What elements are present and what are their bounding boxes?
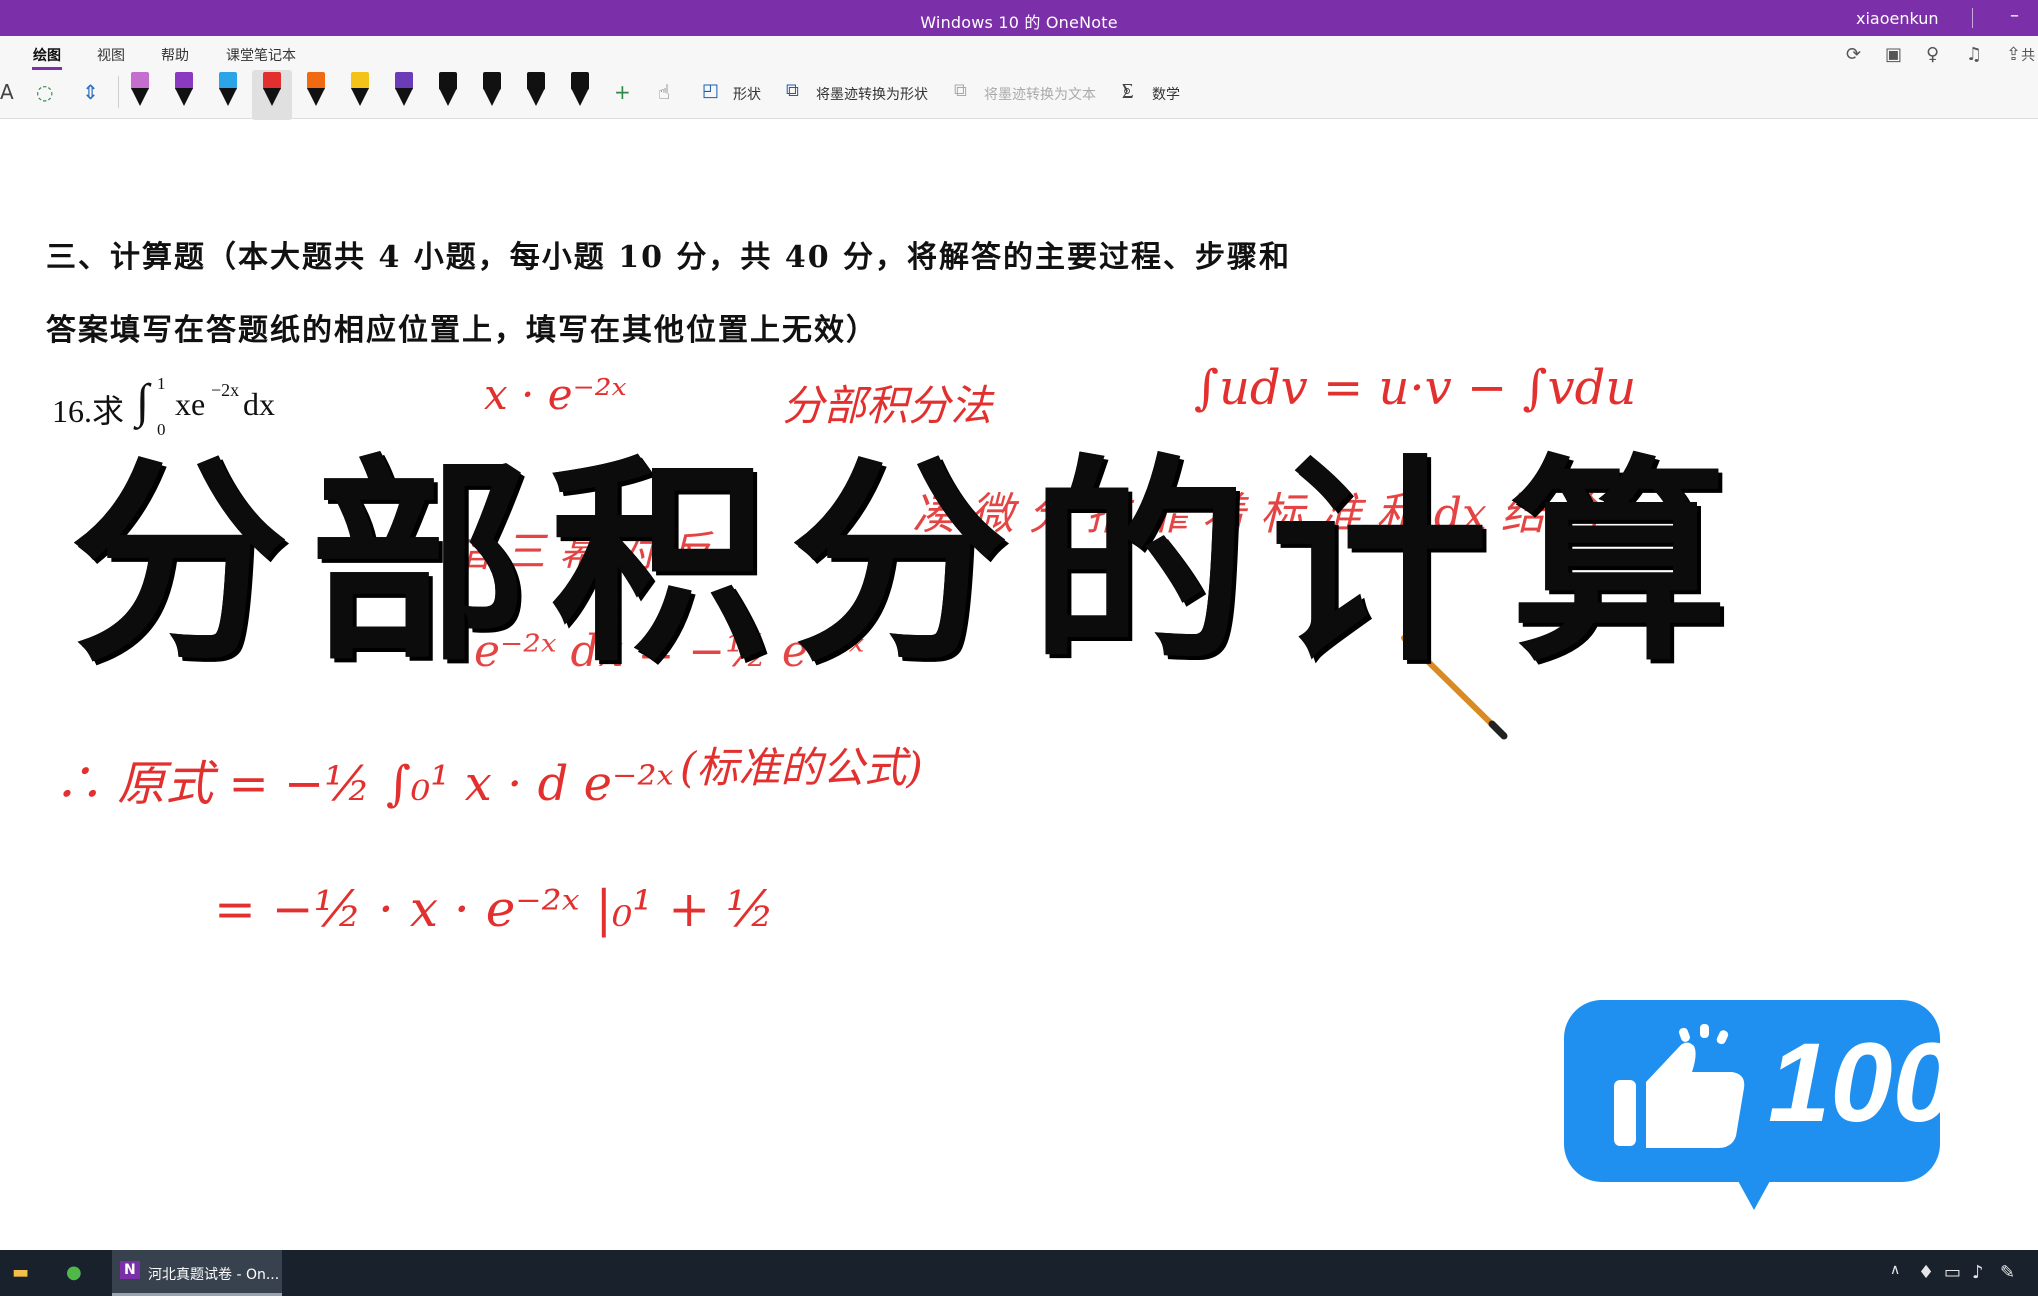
- window-title: Windows 10 的 OneNote: [920, 13, 1118, 32]
- pen-tip: [527, 88, 545, 106]
- file-explorer-icon[interactable]: ▬: [12, 1262, 29, 1283]
- problem-prefix: 16.求: [52, 393, 125, 429]
- ink-to-text-button: 将墨迹转换为文本: [984, 87, 1096, 103]
- differential: dx: [243, 386, 275, 422]
- math-button[interactable]: 数学: [1152, 84, 1180, 104]
- video-title-overlay: 分部积分的计算: [70, 438, 1750, 691]
- ink-solution-line-1: ∴ 原式 = −½ ∫₀¹ x · d e⁻²ˣ: [54, 756, 674, 812]
- user-name[interactable]: xiaoenkun: [1856, 9, 1939, 28]
- integral-sign: ∫: [136, 375, 150, 428]
- share-label: 共: [2021, 48, 2036, 64]
- title-bar: Windows 10 的 OneNote xiaoenkun –: [0, 0, 2038, 36]
- question-line-1: 三、计算题（本大题共 4 小题，每小题 10 分，共 40 分，将解答的主要过程…: [46, 240, 1292, 275]
- taskbar-app-label: 河北真题试卷 - On...: [148, 1267, 280, 1283]
- network-icon[interactable]: ▭: [1944, 1262, 1961, 1283]
- toolbar-divider: [118, 76, 119, 108]
- lasso-select-icon[interactable]: ◌: [36, 80, 53, 104]
- ink-solution-note: (标准的公式): [680, 743, 923, 792]
- pen-tip: [307, 88, 325, 106]
- active-tab-indicator: [32, 67, 62, 70]
- browser-icon[interactable]: ●: [66, 1262, 82, 1283]
- minimize-button[interactable]: –: [2010, 5, 2019, 26]
- integral-upper-limit: 1: [157, 374, 166, 393]
- shapes-button[interactable]: 形状: [733, 84, 761, 104]
- math-icon[interactable]: ⨊: [1122, 80, 1134, 101]
- taskbar: ▬ ● N 河北真题试卷 - On... ∧ ♦ ▭ ♪ ✎: [0, 1250, 2038, 1296]
- like-count: 100: [1768, 1020, 1955, 1145]
- tray-chevron-icon[interactable]: ∧: [1890, 1262, 1900, 1278]
- ink-to-shape-icon[interactable]: ⧉: [786, 80, 799, 101]
- integral-lower-limit: 0: [157, 420, 166, 439]
- ink-to-text-icon: ⧉: [954, 80, 967, 101]
- ribbon: 绘图 视图 帮助 课堂笔记本 ⟳ ▣ ♀ ♫ ⇪共 A ◌ ⇕ + ☝ ◰ 形状…: [0, 36, 2038, 120]
- ink-note-method: 分部积分法: [782, 381, 993, 430]
- pen-tip: [395, 88, 413, 106]
- tab-draw[interactable]: 绘图: [33, 45, 61, 65]
- pen-7-icon[interactable]: [392, 72, 416, 120]
- pen-6-icon[interactable]: [348, 72, 372, 120]
- pen-9-icon[interactable]: [480, 72, 504, 120]
- shapes-icon[interactable]: ◰: [702, 80, 719, 101]
- tab-help[interactable]: 帮助: [161, 45, 189, 65]
- thumbs-up-icon: [1614, 1024, 1745, 1148]
- pen-tip: [571, 88, 589, 106]
- pen-5-icon[interactable]: [304, 72, 328, 120]
- pen-4-icon[interactable]: [260, 72, 284, 120]
- pen-tip: [351, 88, 369, 106]
- pen-tip: [131, 88, 149, 106]
- question-line-2: 答案填写在答题纸的相应位置上，填写在其他位置上无效）: [46, 313, 878, 348]
- tab-view[interactable]: 视图: [97, 45, 125, 65]
- bell-icon[interactable]: ♫: [1966, 44, 1982, 65]
- pen-tip: [175, 88, 193, 106]
- volume-icon[interactable]: ♪: [1972, 1262, 1984, 1283]
- microphone-icon[interactable]: ♦: [1918, 1262, 1934, 1283]
- integrand-exponent: −2x: [211, 380, 240, 400]
- title-separator: [1972, 8, 1973, 28]
- pen-3-icon[interactable]: [216, 72, 240, 120]
- tab-class-notebook[interactable]: 课堂笔记本: [226, 45, 296, 65]
- type-select-icon[interactable]: A: [0, 80, 14, 104]
- pen-tip: [219, 88, 237, 106]
- pen-2-icon[interactable]: [172, 72, 196, 120]
- ink-to-shape-button[interactable]: 将墨迹转换为形状: [816, 84, 928, 104]
- pen-8-icon[interactable]: [436, 72, 460, 120]
- share-icon[interactable]: ⇪共: [2006, 44, 2035, 65]
- ink-note-expression: x · e⁻²ˣ: [484, 370, 627, 419]
- pen-10-icon[interactable]: [524, 72, 548, 120]
- pen-tip: [263, 88, 281, 106]
- pen-tip: [483, 88, 501, 106]
- lightbulb-icon[interactable]: ♀: [1926, 44, 1939, 65]
- add-space-icon[interactable]: ⇕: [82, 80, 99, 104]
- pen-11-icon[interactable]: [568, 72, 592, 120]
- add-pen-button[interactable]: +: [614, 80, 631, 104]
- notebook-icon[interactable]: ▣: [1885, 44, 1902, 65]
- pen-1-icon[interactable]: [128, 72, 152, 120]
- pen-workspace-icon[interactable]: ✎: [2000, 1262, 2015, 1283]
- ink-solution-line-2: = −½ · x · e⁻²ˣ |₀¹ + ½: [214, 880, 775, 938]
- integrand: xe: [175, 386, 206, 422]
- like-badge-tail: [1732, 1170, 1776, 1210]
- touch-draw-icon[interactable]: ☝: [658, 80, 670, 104]
- ink-note-formula: ∫udv = u·v − ∫vdu: [1194, 360, 1637, 416]
- sync-icon[interactable]: ⟳: [1846, 44, 1861, 65]
- onenote-icon: N: [120, 1261, 140, 1279]
- pen-tip: [439, 88, 457, 106]
